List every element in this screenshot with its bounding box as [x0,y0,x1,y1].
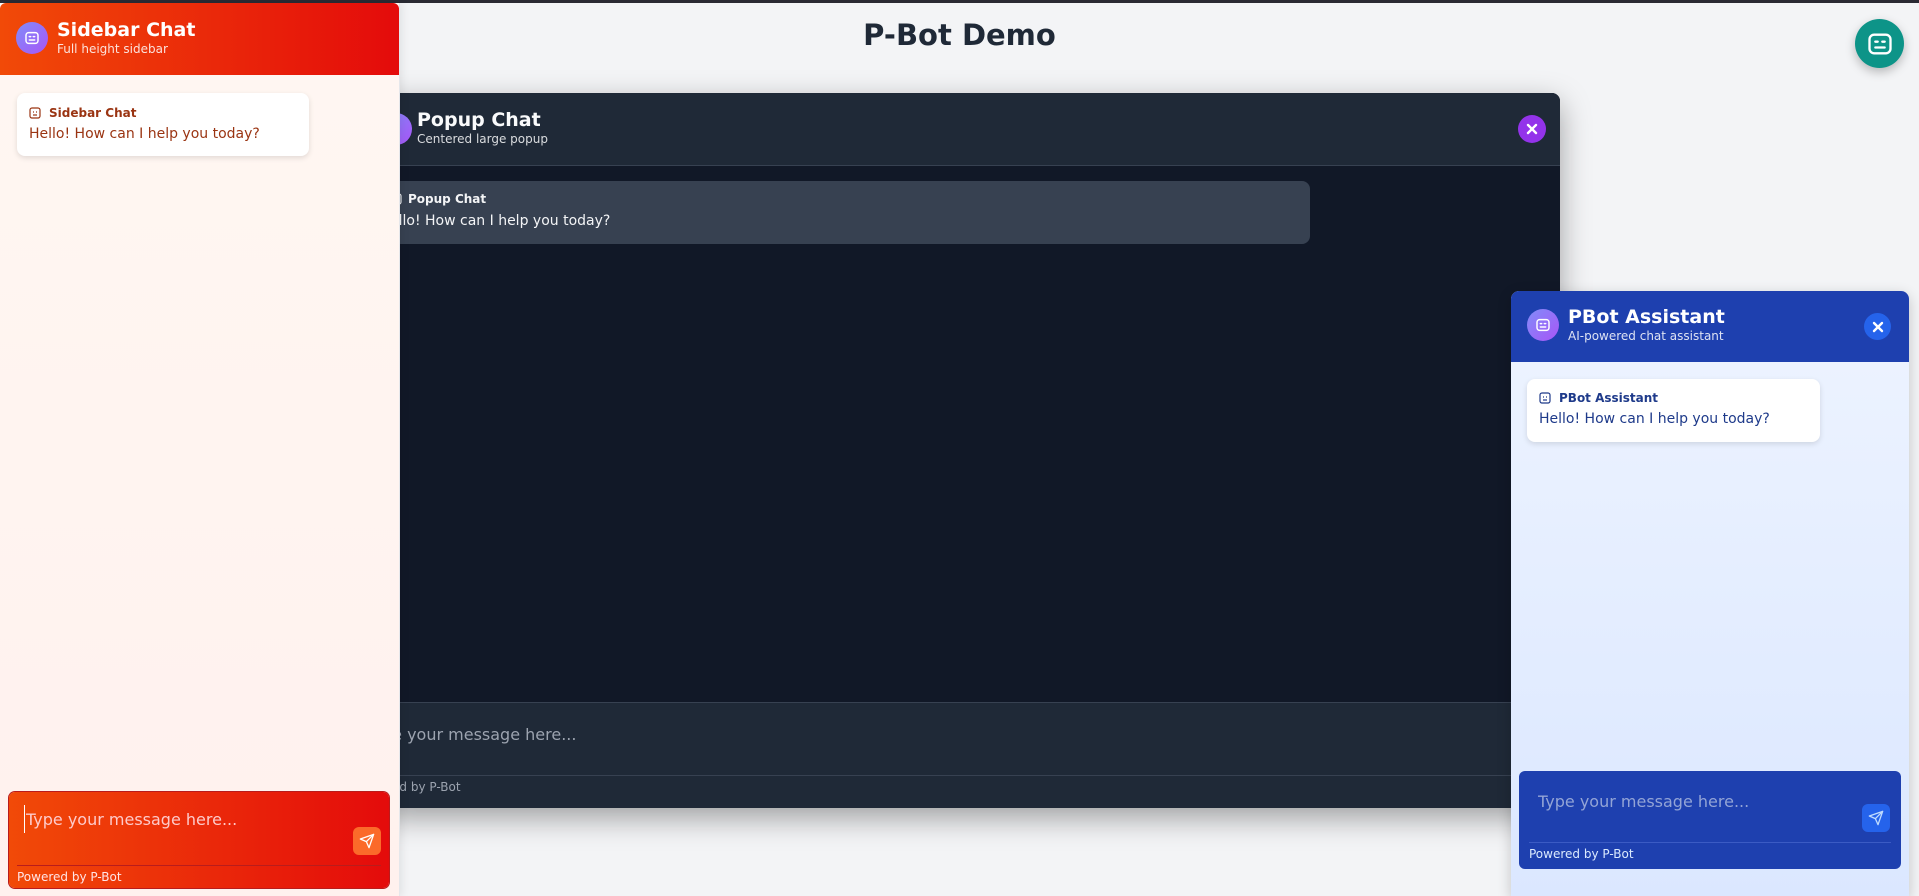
popup-chat-header: Popup Chat Centered large popup [380,93,1560,166]
widget-message-input[interactable] [1536,787,1840,815]
bot-icon [29,107,41,119]
open-chat-button[interactable] [1855,19,1904,68]
popup-chat: Popup Chat Centered large popup Popup Ch… [380,93,1560,808]
bot-icon [25,31,39,45]
sidebar-chat-avatar [16,22,48,54]
message-text: Hello! How can I help you today? [29,126,260,142]
bot-icon [1867,33,1892,54]
pbot-assistant-widget: PBot Assistant AI-powered chat assistant… [1511,291,1909,896]
sidebar-send-button[interactable] [353,827,381,855]
bot-icon [1536,318,1550,332]
sidebar-message-input[interactable] [24,805,348,833]
widget-avatar [1527,309,1559,341]
message-sender: PBot Assistant [1559,391,1659,405]
bot-icon [1539,392,1551,404]
popup-chat-subtitle: Centered large popup [417,132,548,146]
message-text: Hello! How can I help you today? [1539,411,1770,427]
widget-send-button[interactable] [1862,804,1890,832]
close-icon [1872,321,1883,332]
sidebar-chat: Sidebar Chat Full height sidebar Sidebar… [0,3,400,896]
widget-close-button[interactable] [1864,313,1891,340]
sidebar-chat-subtitle: Full height sidebar [57,42,168,56]
widget-header: PBot Assistant AI-powered chat assistant [1511,291,1909,362]
message-text: ello! How can I help you today? [390,213,611,229]
sidebar-chat-header: Sidebar Chat Full height sidebar [0,3,399,75]
sidebar-input-area: Powered by P-Bot [9,792,389,888]
popup-powered-by: ered by P-Bot [380,775,1560,794]
sidebar-powered-by: Powered by P-Bot [17,865,381,884]
message-sender: Sidebar Chat [49,106,137,120]
widget-bot-message: PBot Assistant Hello! How can I help you… [1527,379,1820,442]
popup-input-area: ered by P-Bot [380,702,1560,808]
close-icon [1526,123,1538,135]
popup-bot-message: Popup Chat ello! How can I help you toda… [380,181,1310,244]
message-sender: Popup Chat [408,192,487,206]
popup-chat-title: Popup Chat [417,109,541,131]
widget-powered-by: Powered by P-Bot [1529,842,1891,861]
sidebar-chat-title: Sidebar Chat [57,19,196,41]
sidebar-bot-message: Sidebar Chat Hello! How can I help you t… [17,93,309,156]
send-icon [1868,810,1884,826]
widget-input-area: Powered by P-Bot [1519,771,1901,869]
send-icon [359,833,375,849]
widget-title: PBot Assistant [1568,306,1725,328]
popup-message-input[interactable] [380,719,1484,749]
widget-subtitle: AI-powered chat assistant [1568,329,1724,343]
popup-close-button[interactable] [1518,115,1546,143]
